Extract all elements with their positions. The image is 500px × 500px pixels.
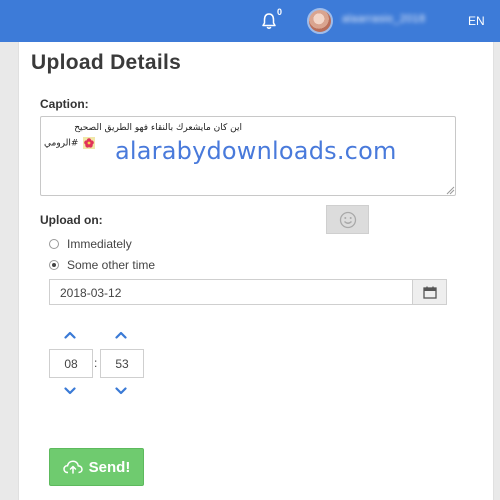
cloud-upload-icon [62, 460, 83, 474]
smiley-icon [339, 211, 356, 228]
username-label[interactable]: alaarrasio_2018 [342, 13, 425, 25]
avatar[interactable] [307, 8, 333, 34]
bell-icon[interactable] [261, 12, 277, 30]
language-switch[interactable]: EN [468, 14, 485, 28]
radio-some-other-time-label[interactable]: Some other time [67, 258, 155, 272]
resize-handle-icon[interactable] [445, 185, 455, 195]
send-button-label: Send! [88, 458, 131, 476]
minute-decrement-chevron-down-icon[interactable] [115, 387, 127, 395]
caption-text-line-2: الرومي# [44, 137, 96, 149]
date-input[interactable]: 2018-03-12 [49, 279, 413, 305]
watermark-text: alarabydownloads.com [115, 137, 397, 165]
hour-decrement-chevron-down-icon[interactable] [64, 387, 76, 395]
calendar-button[interactable] [412, 279, 447, 305]
notification-count: 0 [277, 7, 283, 17]
time-separator: : [94, 356, 98, 370]
top-navbar: 0 alaarrasio_2018 EN [0, 0, 500, 42]
caption-text-line-1: اين كان مايشعرك بالنقاء فهو الطريق الصحي… [74, 123, 242, 133]
flower-emoji-icon [83, 137, 96, 149]
send-button[interactable]: Send! [49, 448, 144, 486]
hour-increment-chevron-up-icon[interactable] [64, 331, 76, 339]
hour-input[interactable]: 08 [49, 349, 93, 378]
caption-hashtag: الرومي# [44, 138, 79, 149]
minute-increment-chevron-up-icon[interactable] [115, 331, 127, 339]
calendar-icon [422, 286, 437, 299]
radio-immediately-label[interactable]: Immediately [67, 237, 132, 251]
upload-on-label: Upload on: [40, 213, 103, 227]
page-title: Upload Details [31, 51, 182, 74]
minute-input[interactable]: 53 [100, 349, 144, 378]
radio-immediately[interactable] [49, 239, 59, 249]
emoji-picker-button[interactable] [326, 205, 369, 234]
caption-label: Caption: [40, 97, 89, 111]
radio-some-other-time[interactable] [49, 260, 59, 270]
